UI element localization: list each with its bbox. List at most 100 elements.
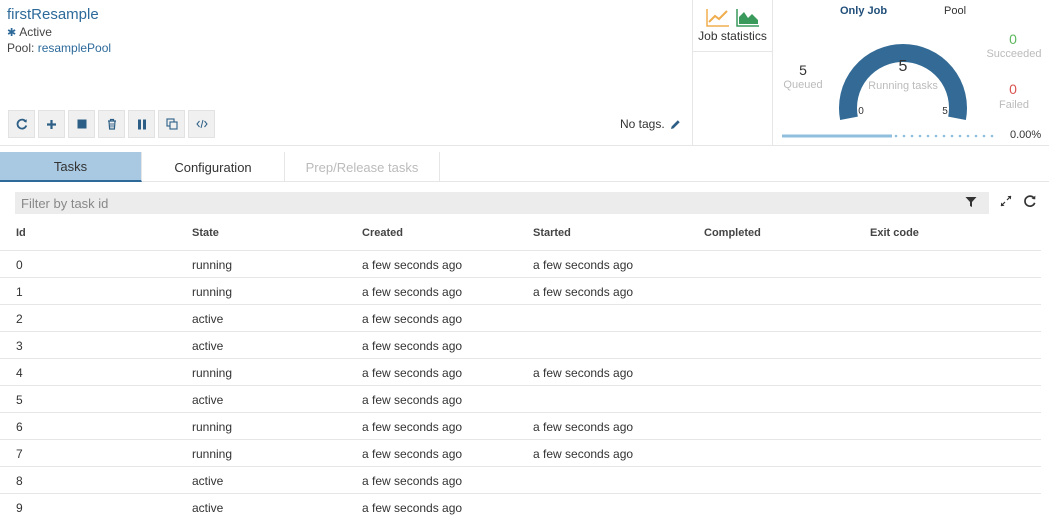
clone-button[interactable] <box>158 110 185 138</box>
cell-started: a few seconds ago <box>533 285 634 299</box>
cell-state: active <box>192 393 224 407</box>
column-header-started[interactable]: Started <box>533 227 571 239</box>
cell-created: a few seconds ago <box>362 285 463 299</box>
cell-created: a few seconds ago <box>362 312 463 326</box>
progress-percent: 0.00% <box>1010 129 1042 141</box>
cell-state: active <box>192 474 224 488</box>
job-state: ✱ Active <box>7 25 52 39</box>
queued-label: Queued <box>783 79 823 91</box>
table-row[interactable]: 0 running a few seconds ago a few seconds a… <box>0 251 1041 278</box>
succeeded-label: Succeeded <box>986 48 1042 60</box>
gauge-min-label: 0 <box>858 106 864 117</box>
column-header-exit-code[interactable]: Exit code <box>870 227 919 239</box>
tab-configuration[interactable]: Configuration <box>142 152 285 182</box>
cell-created: a few seconds ago <box>362 258 463 272</box>
tab-tasks[interactable]: Tasks <box>0 152 142 182</box>
cell-started: a few seconds ago <box>533 447 634 461</box>
cell-created: a few seconds ago <box>362 474 463 488</box>
gear-icon: ✱ <box>7 26 17 39</box>
job-header: firstResample ✱ Active Pool: resamplePoo… <box>0 0 1049 146</box>
code-icon <box>195 119 208 129</box>
job-state-label: Active <box>19 25 52 39</box>
cell-created: a few seconds ago <box>362 339 463 353</box>
cell-started: a few seconds ago <box>533 420 634 434</box>
cell-created: a few seconds ago <box>362 420 463 434</box>
table-row[interactable]: 2 active a few seconds ago <box>0 305 1041 332</box>
table-row[interactable]: 6 running a few seconds ago a few seconds a… <box>0 413 1041 440</box>
cell-created: a few seconds ago <box>362 447 463 461</box>
job-statistics-button[interactable]: Job statistics <box>693 0 772 52</box>
progress-dot <box>902 134 906 138</box>
area-chart-icon <box>735 9 759 27</box>
pencil-icon[interactable] <box>670 119 681 130</box>
cell-id: 5 <box>16 393 23 407</box>
table-row[interactable]: 5 active a few seconds ago <box>0 386 1041 413</box>
cell-created: a few seconds ago <box>362 366 463 380</box>
running-count: 5 <box>898 58 908 75</box>
table-row[interactable]: 3 active a few seconds ago <box>0 332 1041 359</box>
progress-dot <box>918 134 922 138</box>
column-header-completed[interactable]: Completed <box>704 227 761 239</box>
pause-button[interactable] <box>128 110 155 138</box>
cell-state: running <box>192 285 233 299</box>
cell-started: a few seconds ago <box>533 366 634 380</box>
job-toolbar <box>8 110 215 138</box>
cell-id: 7 <box>16 447 23 461</box>
tags-text: No tags. <box>620 117 665 131</box>
progress-dot <box>894 134 898 138</box>
running-label: Running tasks <box>868 80 938 92</box>
table-row[interactable]: 7 running a few seconds ago a few seconds a… <box>0 440 1041 467</box>
progress-dot <box>950 134 954 138</box>
queued-count: 5 <box>799 62 807 78</box>
task-filter-input[interactable] <box>15 192 989 214</box>
column-header-id[interactable]: Id <box>16 227 26 239</box>
table-row[interactable]: 4 running a few seconds ago a few seconds a… <box>0 359 1041 386</box>
progress-dot <box>982 134 986 138</box>
job-tabs: Tasks Configuration Prep/Release tasks <box>0 152 1049 182</box>
progress-dot <box>990 134 994 138</box>
stop-icon <box>77 119 86 129</box>
table-row[interactable]: 9 active a few seconds ago <box>0 494 1041 517</box>
line-chart-icon <box>705 9 729 27</box>
pool-link[interactable]: resamplePool <box>38 41 111 55</box>
cell-id: 4 <box>16 366 23 380</box>
progress-dot <box>966 134 970 138</box>
cell-state: running <box>192 447 233 461</box>
cell-state: active <box>192 501 224 515</box>
cell-state: running <box>192 420 233 434</box>
view-json-button[interactable] <box>188 110 215 138</box>
tags-area: No tags. <box>620 117 681 131</box>
delete-button[interactable] <box>98 110 125 138</box>
table-header: Id State Created Started Completed Exit … <box>0 218 1041 251</box>
gauge-max-label: 5 <box>942 106 948 117</box>
add-task-button[interactable] <box>38 110 65 138</box>
refresh-icon <box>16 118 27 130</box>
table-row[interactable]: 8 active a few seconds ago <box>0 467 1041 494</box>
column-header-created[interactable]: Created <box>362 227 403 239</box>
pool-label: Pool: <box>7 41 35 55</box>
progress-dot <box>942 134 946 138</box>
cell-state: active <box>192 339 224 353</box>
tab-prep-release[interactable]: Prep/Release tasks <box>285 152 440 182</box>
column-header-state[interactable]: State <box>192 227 219 239</box>
cell-id: 9 <box>16 501 23 515</box>
tasks-table: Id State Created Started Completed Exit … <box>0 218 1041 517</box>
cell-id: 0 <box>16 258 23 272</box>
progress-dot <box>910 134 914 138</box>
table-row[interactable]: 1 running a few seconds ago a few seconds a… <box>0 278 1041 305</box>
refresh-button[interactable] <box>8 110 35 138</box>
cell-id: 1 <box>16 285 23 299</box>
cell-state: running <box>192 258 233 272</box>
progress-dot <box>934 134 938 138</box>
expand-icon[interactable] <box>999 194 1013 208</box>
task-gauge-panel: Only Job Pool 5 Queued 5 Running tasks 0… <box>773 0 1049 146</box>
job-pool: Pool: resamplePool <box>7 41 111 55</box>
filter-icon[interactable] <box>965 196 977 208</box>
refresh-icon[interactable] <box>1023 194 1037 208</box>
job-statistics-label: Job statistics <box>698 29 767 43</box>
progress-dot <box>974 134 978 138</box>
add-icon <box>47 119 56 129</box>
terminate-button[interactable] <box>68 110 95 138</box>
cell-started: a few seconds ago <box>533 258 634 272</box>
cell-created: a few seconds ago <box>362 501 463 515</box>
